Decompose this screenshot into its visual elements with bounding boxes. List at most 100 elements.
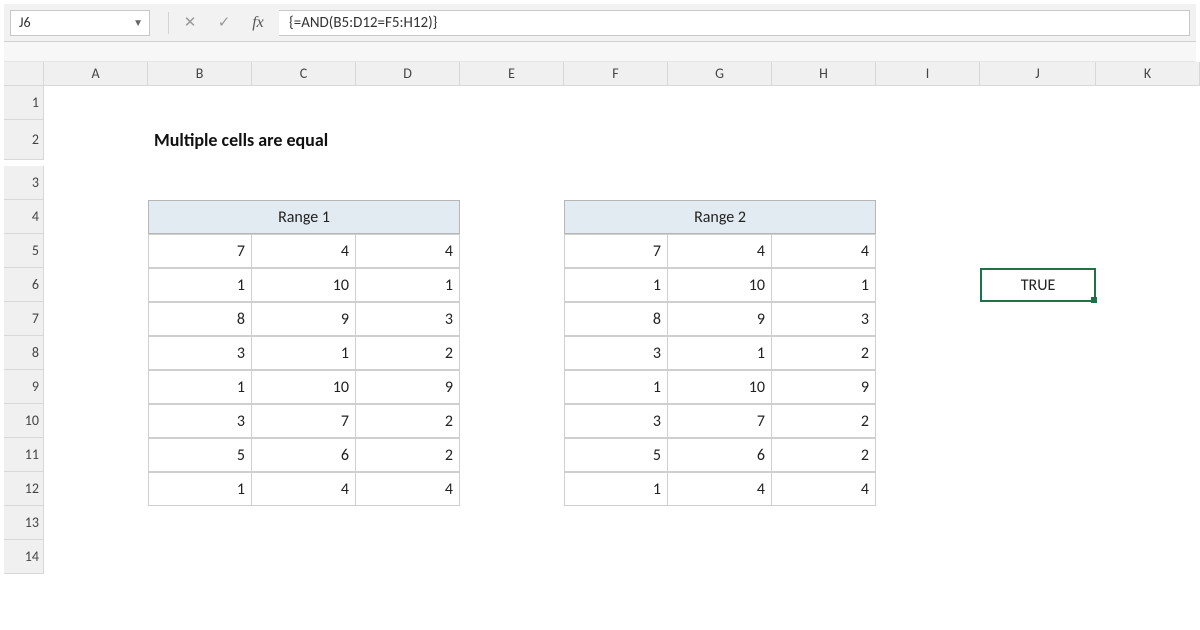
range1-cell[interactable]: 1 (148, 268, 252, 302)
grid-cell[interactable] (980, 200, 1096, 234)
range1-cell[interactable]: 7 (148, 234, 252, 268)
range2-cell[interactable]: 10 (668, 370, 772, 404)
grid-cell[interactable] (148, 506, 252, 540)
range2-cell[interactable]: 1 (564, 370, 668, 404)
grid-cell[interactable] (460, 268, 564, 302)
row-header[interactable]: 12 (4, 472, 44, 506)
name-box[interactable]: J6 ▼ (10, 10, 150, 36)
row-header[interactable]: 14 (4, 540, 44, 574)
grid-cell[interactable] (772, 540, 876, 574)
grid-cell[interactable] (44, 302, 148, 336)
range2-cell[interactable]: 4 (772, 234, 876, 268)
grid-cell[interactable] (772, 120, 876, 160)
grid-cell[interactable] (564, 120, 668, 160)
range2-cell[interactable]: 3 (772, 302, 876, 336)
range2-cell[interactable]: 4 (772, 472, 876, 506)
grid-cell[interactable] (980, 120, 1096, 160)
range1-cell[interactable]: 1 (148, 472, 252, 506)
grid-cell[interactable] (980, 506, 1096, 540)
range2-cell[interactable]: 6 (668, 438, 772, 472)
column-header[interactable]: B (148, 62, 252, 86)
column-header[interactable]: H (772, 62, 876, 86)
range2-cell[interactable]: 10 (668, 268, 772, 302)
grid-cell[interactable] (772, 86, 876, 120)
range1-cell[interactable]: 4 (252, 472, 356, 506)
range1-cell[interactable]: 9 (252, 302, 356, 336)
grid-cell[interactable] (1096, 166, 1200, 200)
range2-cell[interactable]: 4 (668, 234, 772, 268)
grid-cell[interactable] (980, 438, 1096, 472)
grid-cell[interactable] (1096, 506, 1200, 540)
grid-cell[interactable] (252, 506, 356, 540)
grid-cell[interactable] (668, 120, 772, 160)
grid-cell[interactable] (564, 166, 668, 200)
grid-cell[interactable] (876, 302, 980, 336)
grid-cell[interactable] (1096, 302, 1200, 336)
grid-cell[interactable] (252, 86, 356, 120)
grid-cell[interactable] (564, 86, 668, 120)
column-header[interactable]: K (1096, 62, 1200, 86)
row-header[interactable]: 1 (4, 86, 44, 120)
range2-cell[interactable]: 3 (564, 404, 668, 438)
grid-cell[interactable] (460, 234, 564, 268)
fx-icon[interactable]: fx (241, 10, 275, 36)
grid-cell[interactable] (668, 86, 772, 120)
range2-cell[interactable]: 4 (668, 472, 772, 506)
grid-cell[interactable] (44, 540, 148, 574)
grid-cell[interactable] (876, 438, 980, 472)
grid-cell[interactable] (1096, 86, 1200, 120)
grid-cell[interactable] (44, 86, 148, 120)
range1-cell[interactable]: 2 (356, 404, 460, 438)
grid-cell[interactable] (44, 166, 148, 200)
column-header[interactable]: G (668, 62, 772, 86)
range1-cell[interactable]: 5 (148, 438, 252, 472)
grid-cell[interactable] (356, 86, 460, 120)
range2-cell[interactable]: 8 (564, 302, 668, 336)
grid-cell[interactable] (460, 302, 564, 336)
select-all-corner[interactable] (4, 62, 44, 86)
row-header[interactable]: 10 (4, 404, 44, 438)
row-header[interactable]: 9 (4, 370, 44, 404)
grid-cell[interactable] (772, 506, 876, 540)
row-header[interactable]: 5 (4, 234, 44, 268)
range1-cell[interactable]: 3 (356, 302, 460, 336)
grid-cell[interactable] (460, 370, 564, 404)
column-header[interactable]: C (252, 62, 356, 86)
grid-cell[interactable] (876, 166, 980, 200)
grid-cell[interactable] (980, 404, 1096, 438)
range2-cell[interactable]: 1 (772, 268, 876, 302)
grid-cell[interactable] (252, 540, 356, 574)
grid-cell[interactable] (876, 268, 980, 302)
grid-cell[interactable] (460, 86, 564, 120)
grid-cell[interactable] (980, 234, 1096, 268)
row-header[interactable]: 7 (4, 302, 44, 336)
grid-cell[interactable] (44, 268, 148, 302)
enter-icon[interactable]: ✓ (207, 10, 241, 36)
grid-cell[interactable] (44, 370, 148, 404)
grid-cell[interactable] (252, 166, 356, 200)
grid-cell[interactable] (356, 540, 460, 574)
grid-cell[interactable] (1096, 268, 1200, 302)
grid-cell[interactable] (668, 540, 772, 574)
range1-cell[interactable]: 2 (356, 336, 460, 370)
range1-cell[interactable]: 2 (356, 438, 460, 472)
row-header[interactable]: 3 (4, 166, 44, 200)
range2-cell[interactable]: 3 (564, 336, 668, 370)
grid-cell[interactable] (460, 438, 564, 472)
range1-cell[interactable]: 10 (252, 268, 356, 302)
grid-cell[interactable] (668, 506, 772, 540)
grid-cell[interactable] (980, 86, 1096, 120)
grid-cell[interactable] (460, 166, 564, 200)
range1-cell[interactable]: 1 (356, 268, 460, 302)
grid-cell[interactable] (1096, 200, 1200, 234)
range1-cell[interactable]: 4 (252, 234, 356, 268)
grid-cell[interactable] (460, 472, 564, 506)
range2-cell[interactable]: 9 (772, 370, 876, 404)
grid-cell[interactable] (564, 506, 668, 540)
range2-cell[interactable]: 1 (564, 268, 668, 302)
grid-cell[interactable] (980, 370, 1096, 404)
grid-cell[interactable] (876, 200, 980, 234)
range2-cell[interactable]: 2 (772, 438, 876, 472)
grid-cell[interactable] (460, 404, 564, 438)
column-header[interactable]: D (356, 62, 460, 86)
